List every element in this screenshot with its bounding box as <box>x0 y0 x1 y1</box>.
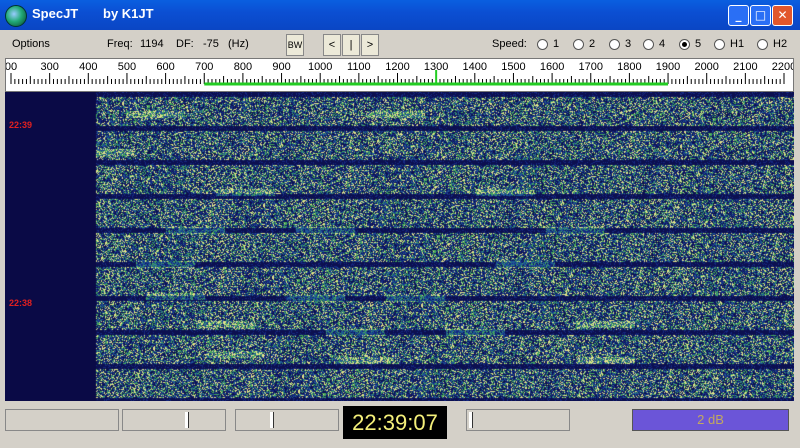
speed-radio-2[interactable] <box>573 39 584 50</box>
waterfall-display[interactable]: 22:39 22:38 <box>5 92 794 401</box>
time-mark-2239: 22:39 <box>9 120 33 130</box>
speed-radio-h2[interactable] <box>757 39 768 50</box>
freq-label: Freq: <box>107 38 133 50</box>
maximize-button[interactable]: □ <box>750 5 771 26</box>
status-bar: 22:39:07 2 dB <box>0 403 800 448</box>
ruler-label: 1100 <box>347 61 371 73</box>
options-menu[interactable]: Options <box>12 38 50 50</box>
gain-slider[interactable] <box>122 409 226 431</box>
bandwidth-button[interactable]: BW <box>286 34 304 56</box>
ruler-label: 700 <box>195 61 214 73</box>
speed-option-4: 4 <box>659 38 666 50</box>
speed-option-5: 5 <box>695 38 702 50</box>
ruler-label: 1400 <box>462 61 488 73</box>
ruler-label: 900 <box>272 61 291 73</box>
utc-clock: 22:39:07 <box>343 406 447 439</box>
ruler-label: 1600 <box>539 61 565 73</box>
df-unit: (Hz) <box>228 38 249 50</box>
freq-value: 1194 <box>140 38 164 50</box>
toolbar: Options Freq: 1194 DF: -75 (Hz) BW < | >… <box>0 30 800 58</box>
speed-radio-4[interactable] <box>643 39 654 50</box>
ruler-label: 400 <box>79 61 98 73</box>
ruler-label: 2000 <box>694 61 719 73</box>
time-mark-2238: 22:38 <box>9 298 33 308</box>
signal-level-bar: 2 dB <box>632 409 789 431</box>
zero-slider[interactable] <box>235 409 339 431</box>
speed-radio-3[interactable] <box>609 39 620 50</box>
speed-label: Speed: <box>492 38 527 50</box>
app-author: by K1JT <box>103 6 154 21</box>
ruler-label: 2100 <box>733 61 758 73</box>
brightness-slider[interactable] <box>466 409 570 431</box>
speed-radio-5[interactable] <box>679 39 690 50</box>
ruler-label: 1900 <box>655 61 681 73</box>
ruler-label: 1200 <box>385 61 410 73</box>
close-button[interactable]: ✕ <box>772 5 793 26</box>
ruler-label: 800 <box>233 61 253 73</box>
app-globe-icon[interactable] <box>5 5 27 27</box>
ruler-label: 1500 <box>501 61 526 73</box>
slider-thumb[interactable] <box>270 412 274 428</box>
ruler-label: 2200 <box>771 61 794 73</box>
speed-radio-h1[interactable] <box>714 39 725 50</box>
prev-button[interactable]: < <box>323 34 341 56</box>
slider-thumb[interactable] <box>469 412 473 428</box>
app-title: SpecJT <box>32 6 79 21</box>
title-bar: SpecJT by K1JT _ □ ✕ <box>0 0 800 30</box>
next-button[interactable]: > <box>361 34 379 56</box>
speed-option-h2: H2 <box>773 38 788 50</box>
df-label: DF: <box>176 38 194 50</box>
status-field <box>5 409 119 431</box>
ruler-label: 1800 <box>617 61 642 73</box>
speed-radio-1[interactable] <box>537 39 548 50</box>
center-button[interactable]: | <box>342 34 360 56</box>
ruler-label: 1700 <box>578 61 603 73</box>
speed-option-1: 1 <box>553 38 560 50</box>
speed-option-2: 2 <box>589 38 596 50</box>
frequency-ruler[interactable]: 00 300 400 500 600 700 800 900 1000 1100 1200 1300 1… <box>5 58 794 92</box>
speed-option-h1: H1 <box>730 38 745 50</box>
waterfall-canvas[interactable] <box>5 92 794 401</box>
ruler-label: 500 <box>117 61 137 73</box>
minimize-button[interactable]: _ <box>728 5 749 26</box>
speed-option-3: 3 <box>625 38 632 50</box>
ruler-label: 1000 <box>307 61 333 73</box>
slider-thumb[interactable] <box>185 412 189 428</box>
ruler-label: 00 <box>5 61 18 73</box>
ruler-label: 600 <box>156 61 175 73</box>
df-value: -75 <box>203 38 219 50</box>
ruler-label: 1300 <box>423 61 449 73</box>
ruler-label: 300 <box>40 61 59 73</box>
